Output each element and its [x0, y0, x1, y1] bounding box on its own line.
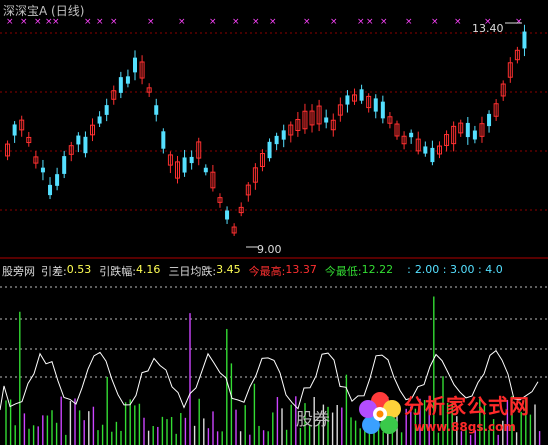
candle-body-down: [373, 98, 378, 112]
candle-body-down: [430, 147, 435, 163]
indicator-values-row: 股旁网 引差: 0.53 引跌幅: 4.16 三日均跌: 3.45 今最高: 1…: [2, 263, 503, 279]
chart-canvas: × × × × × × × × × × × × × × × × × × × × × × × ×: [0, 17, 548, 445]
candle-body-down: [409, 132, 414, 138]
candle-body-down: [97, 116, 102, 124]
candle-body-down: [522, 31, 527, 49]
signal-marker: ×: [96, 17, 104, 27]
signal-marker: ×: [110, 17, 118, 27]
diff-value: 0.53: [66, 263, 92, 276]
signal-marker: ×: [380, 17, 388, 27]
candle-body-down: [281, 130, 286, 140]
drop-rate-value: 4.16: [135, 263, 161, 276]
signal-marker: ×: [84, 17, 92, 27]
signal-marker: ×: [515, 17, 523, 27]
flower-icon: [359, 392, 401, 434]
candle-body-down: [423, 146, 428, 154]
signal-marker: ×: [303, 17, 311, 27]
candle-body-down: [118, 77, 123, 93]
chart-window: × × × × × × × × × × × × × × × × × × × × × × × × 深深宝A (日线) 13.40…: [0, 0, 548, 445]
three-day-avg-value: 3.45: [216, 263, 241, 276]
candle-body-down: [274, 135, 279, 145]
signal-marker: ×: [209, 17, 217, 27]
stock-title: 深深宝A (日线): [3, 4, 85, 18]
candle-body-down: [345, 95, 350, 105]
candle-body-down: [62, 156, 67, 174]
candle-body-down: [48, 184, 53, 196]
candle-body-down: [189, 156, 194, 164]
candle-body-down: [203, 167, 208, 173]
signal-marker: ×: [147, 17, 155, 27]
high-price-label: 13.40: [472, 22, 504, 35]
candle-body-down: [225, 210, 230, 220]
today-low-value: 12.22: [361, 263, 394, 276]
signal-marker: ×: [357, 17, 365, 27]
candle-body-down: [12, 124, 17, 136]
candle-body-down: [76, 135, 81, 145]
three-day-avg-label: 三日均跌:: [168, 265, 217, 278]
levels-value: 2.00 : 3.00 : 4.0: [414, 263, 503, 276]
diff-label: 引差:: [41, 265, 67, 278]
candle-body-down: [55, 174, 60, 186]
candle-body-down: [83, 136, 88, 154]
drop-rate-label: 引跌幅:: [99, 265, 136, 278]
candle-body-down: [465, 122, 470, 138]
candle-body-down: [487, 113, 492, 127]
logo-title: 分析家公式网: [404, 394, 530, 418]
candle-body-down: [40, 167, 45, 173]
candle-body-down: [104, 105, 109, 115]
candle-body-down: [324, 117, 329, 123]
candle-body-down: [380, 101, 385, 119]
today-low-label: 今最低:: [324, 265, 362, 278]
candle-body-down: [133, 57, 137, 73]
today-high-label: 今最高:: [248, 265, 286, 278]
today-high-value: 13.37: [285, 263, 317, 276]
site-logo: 分析家公式网 www.88gs.com: [358, 384, 548, 445]
signal-marker: ×: [454, 17, 462, 27]
signal-marker: ×: [269, 17, 277, 27]
candle-body-down: [161, 131, 166, 149]
candle-body-down: [154, 105, 159, 115]
candle-body-down: [472, 130, 477, 140]
logo-url: www.88gs.com: [414, 420, 516, 434]
watermark-text: 股券: [296, 410, 330, 430]
signal-marker: ×: [405, 17, 413, 27]
signal-marker: ×: [252, 17, 260, 27]
candle-body-down: [182, 157, 187, 173]
candle-body-down: [125, 76, 130, 84]
candle-body-down: [267, 141, 272, 159]
signal-marker: ×: [178, 17, 186, 27]
signal-marker: ×: [431, 17, 439, 27]
low-price-label: 9.00: [257, 243, 282, 256]
signal-marker: ×: [232, 17, 240, 27]
signal-marker: ×: [330, 17, 338, 27]
candle-body-down: [359, 89, 364, 101]
indicator-name: 股旁网: [2, 265, 35, 278]
signal-marker: ×: [366, 17, 374, 27]
